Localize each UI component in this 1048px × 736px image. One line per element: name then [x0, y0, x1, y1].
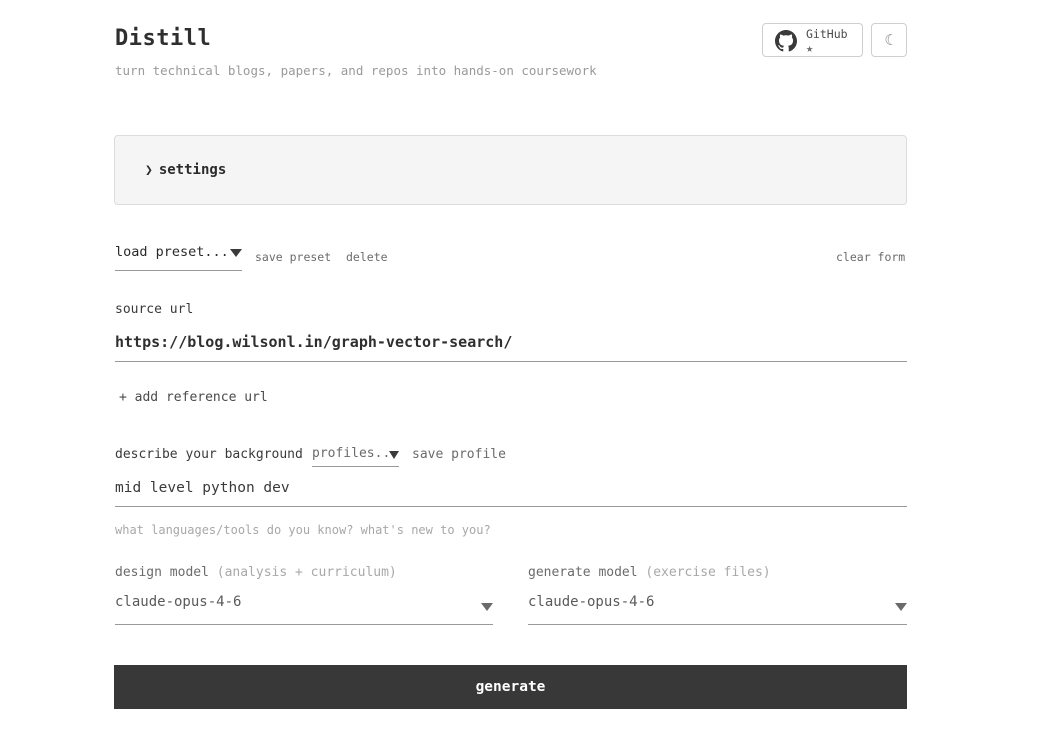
generate-model-label: generate model (exercise files)	[528, 565, 771, 580]
source-url-label: source url	[115, 302, 194, 317]
save-profile-button[interactable]: save profile	[412, 447, 506, 462]
theme-toggle-button[interactable]: ☾	[871, 23, 907, 57]
generate-model-title: generate model	[528, 565, 638, 580]
caret-down-icon	[481, 603, 493, 611]
design-model-title: design model	[115, 565, 209, 580]
caret-down-icon	[389, 451, 399, 459]
settings-panel: ❯ settings	[114, 135, 907, 205]
moon-icon: ☾	[884, 31, 894, 49]
background-label: describe your background	[115, 447, 303, 462]
load-preset-label: load preset...	[115, 244, 229, 260]
design-model-label: design model (analysis + curriculum)	[115, 565, 397, 580]
delete-preset-button[interactable]: delete	[346, 250, 388, 264]
generate-button[interactable]: generate	[114, 665, 907, 709]
page-title: Distill	[115, 26, 212, 51]
add-reference-url-button[interactable]: + add reference url	[119, 390, 268, 405]
caret-down-icon	[895, 603, 907, 611]
github-button[interactable]: GitHub ★	[762, 23, 863, 57]
profiles-label: profiles..	[312, 446, 391, 461]
chevron-right-icon: ❯	[145, 163, 153, 178]
design-model-select[interactable]: claude-opus-4-6	[115, 594, 493, 625]
profiles-select[interactable]: profiles..	[312, 446, 399, 467]
design-model-hint: (analysis + curriculum)	[216, 565, 397, 580]
star-icon: ★	[806, 41, 814, 55]
github-icon	[775, 30, 797, 52]
design-model-value: claude-opus-4-6	[115, 594, 242, 610]
generate-model-select[interactable]: claude-opus-4-6	[528, 594, 907, 625]
page-subtitle: turn technical blogs, papers, and repos …	[115, 63, 597, 78]
generate-model-hint: (exercise files)	[645, 565, 771, 580]
load-preset-select[interactable]: load preset...	[115, 244, 242, 271]
background-hint: what languages/tools do you know? what's…	[115, 523, 491, 537]
caret-down-icon	[230, 249, 242, 257]
generate-model-value: claude-opus-4-6	[528, 594, 655, 610]
github-label: GitHub	[806, 27, 848, 41]
source-url-input[interactable]: https://blog.wilsonl.in/graph-vector-sea…	[115, 333, 907, 362]
settings-toggle[interactable]: ❯ settings	[145, 162, 226, 178]
settings-label: settings	[158, 162, 227, 178]
background-input[interactable]: mid level python dev	[115, 480, 907, 507]
save-preset-button[interactable]: save preset	[255, 250, 331, 264]
clear-form-button[interactable]: clear form	[836, 250, 905, 264]
